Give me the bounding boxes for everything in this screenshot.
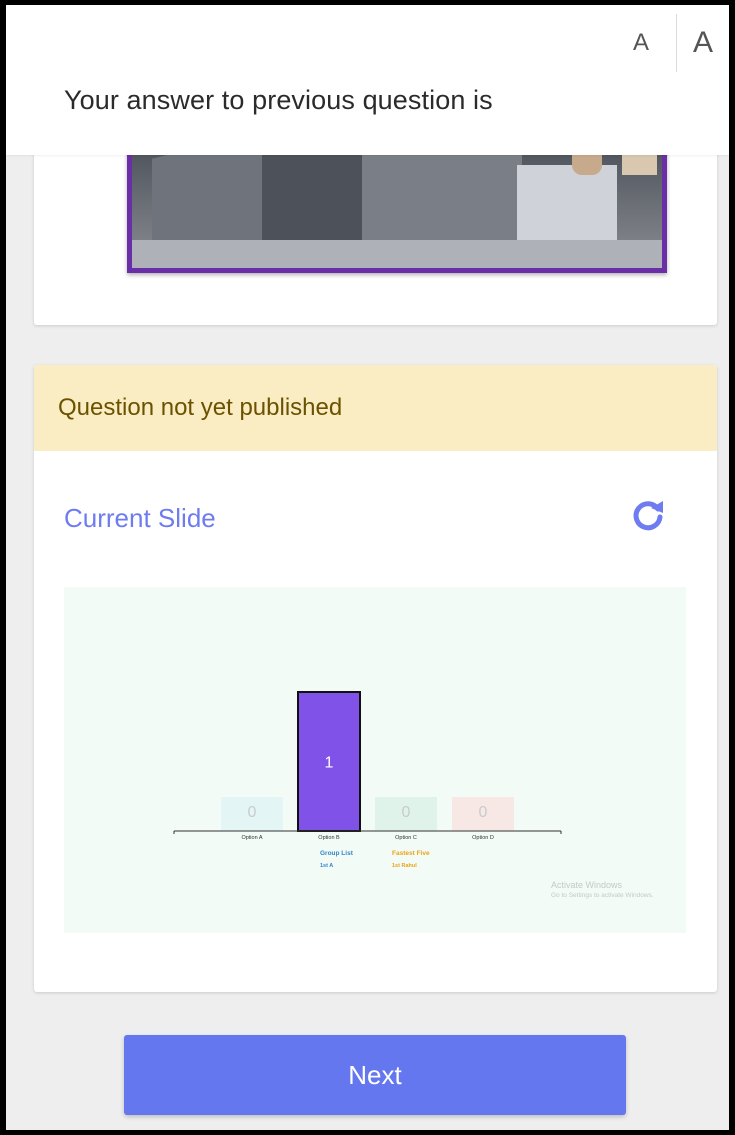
font-size-controls: A A — [606, 13, 729, 73]
bar-value-label: 0 — [248, 804, 257, 821]
current-slide-title: Current Slide — [64, 503, 216, 533]
decrease-font-button[interactable]: A — [606, 29, 676, 57]
question-card: Question not yet published Current Slide… — [34, 365, 717, 992]
refresh-icon[interactable] — [630, 497, 666, 533]
fastest-five-entry: 1st Rahul — [392, 863, 417, 869]
watermark-line-1: Activate Windows — [551, 880, 623, 890]
x-tick-label: Option B — [318, 835, 340, 841]
bar-value-label: 0 — [402, 804, 411, 821]
group-list-entry: 1st A — [320, 863, 333, 869]
bar-value-label: 1 — [325, 755, 334, 772]
x-tick-label: Option A — [241, 835, 262, 841]
fastest-five-title: Fastest Five — [392, 850, 430, 857]
status-banner: Question not yet published — [34, 365, 717, 451]
slide-chart: 0 Option A 1 Option B 0 Option C 0 Option D Grou… — [64, 587, 686, 933]
status-text: Question not yet published — [58, 394, 343, 421]
watermark-line-2: Go to Settings to activate Windows. — [551, 892, 654, 899]
x-tick-label: Option C — [395, 835, 417, 841]
app-page: A A Your answer to previous question is … — [6, 5, 729, 1130]
x-tick-label: Option D — [472, 835, 494, 841]
group-list-title: Group List — [320, 850, 354, 857]
increase-font-button[interactable]: A — [677, 26, 729, 60]
top-header: A A Your answer to previous question is — [6, 5, 729, 155]
answer-heading: Your answer to previous question is — [64, 85, 493, 115]
activate-windows-watermark: Activate Windows Go to Settings to activ… — [551, 880, 654, 899]
next-button[interactable]: Next — [124, 1035, 626, 1115]
bar-value-label: 0 — [479, 804, 488, 821]
